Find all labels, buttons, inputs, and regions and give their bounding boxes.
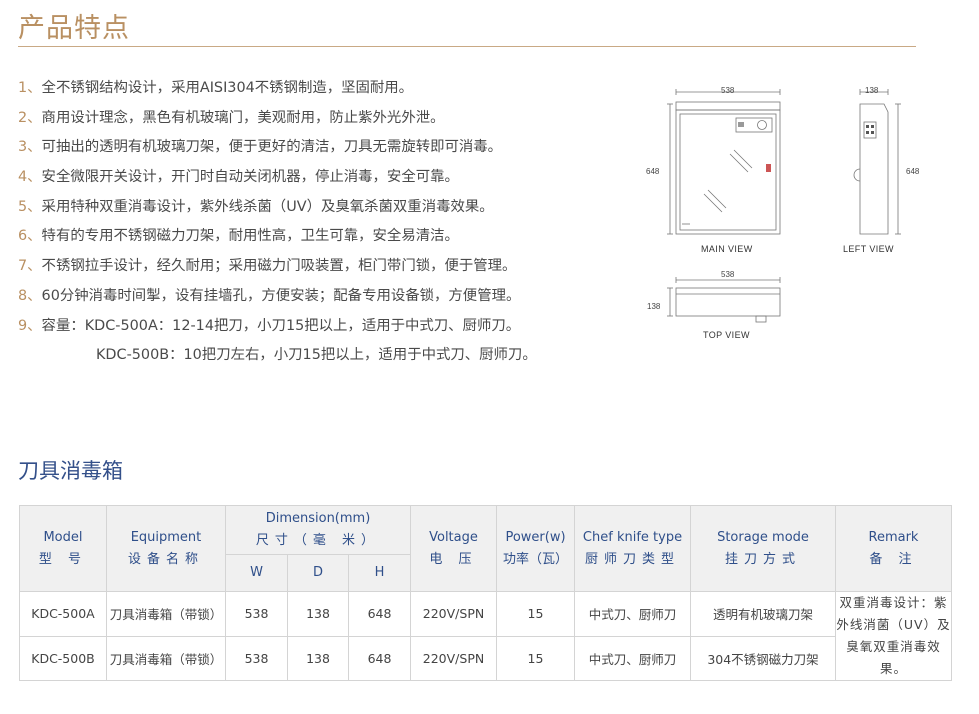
left-height-label: 648 (906, 167, 920, 176)
feature-item: KDC-500B：10把刀左右，小刀15把以上，适用于中式刀、厨师刀。 (96, 347, 537, 364)
left-view-drawing (853, 89, 901, 235)
header-d: D (287, 554, 349, 592)
feature-item: 9、容量：KDC-500A：12-14把刀，小刀15把以上，适用于中式刀、厨师刀… (18, 317, 521, 334)
table-row: KDC-500A 刀具消毒箱（带锁） 538 138 648 220V/SPN … (19, 591, 952, 681)
section-divider (18, 46, 916, 47)
top-width-label: 538 (721, 270, 735, 279)
cell-w: 538 (225, 635, 288, 681)
feature-item: 5、采用特种双重消毒设计，紫外线杀菌（UV）及臭氧杀菌双重消毒效果。 (18, 198, 494, 215)
table-row: KDC-500B 刀具消毒箱（带锁） 538 138 648 220V/SPN … (19, 635, 952, 681)
header-dimension: Dimension(mm) 尺寸（毫 米） (225, 505, 411, 555)
feature-item: 8、60分钟消毒时间掣，设有挂墙孔，方便安装；配备专用设备锁，方便管理。 (18, 287, 521, 304)
header-model: Model 型 号 (19, 505, 107, 592)
feature-item: 3、可抽出的透明有机玻璃刀架，便于更好的清洁，刀具无需旋转即可消毒。 (18, 139, 503, 156)
feature-item: 6、特有的专用不锈钢磁力刀架，耐用性高，卫生可靠，安全易清洁。 (18, 228, 459, 245)
cell-equipment: 刀具消毒箱（带锁） (106, 591, 226, 637)
cell-knife: 中式刀、厨师刀 (574, 591, 691, 637)
cell-w: 538 (225, 591, 288, 637)
cell-model: KDC-500A (19, 591, 107, 637)
header-power: Power(w) 功率（瓦） (496, 505, 575, 592)
table-header-row: Model 型 号 Equipment 设备名称 Dimension(mm) 尺寸（毫… (19, 505, 952, 592)
feature-list: 1、全不锈钢结构设计，采用AISI304不锈钢制造，坚固耐用。 2、商用设计理念… (18, 78, 638, 375)
product-title: 刀具消毒箱 (18, 459, 123, 483)
header-knife-type: Chef knife type 厨师刀类型 (574, 505, 691, 592)
cell-remark: 双重消毒设计：紫外线消菌（UV）及臭氧双重消毒效果。 (835, 591, 952, 681)
header-voltage: Voltage 电 压 (410, 505, 497, 592)
cell-model: KDC-500B (19, 635, 107, 681)
cell-h: 648 (348, 591, 411, 637)
top-view-drawing (667, 277, 781, 323)
cell-storage: 304不锈钢磁力刀架 (690, 635, 836, 681)
header-h: H (348, 554, 411, 592)
cell-knife: 中式刀、厨师刀 (574, 635, 691, 681)
spec-table: Model 型 号 Equipment 设备名称 Dimension(mm) 尺寸（毫… (19, 505, 952, 681)
feature-item: 1、全不锈钢结构设计，采用AISI304不锈钢制造，坚固耐用。 (18, 80, 414, 96)
cell-h: 648 (348, 635, 411, 681)
feature-item: 2、商用设计理念，黑色有机玻璃门，美观耐用，防止紫外光外泄。 (18, 109, 445, 126)
left-width-label: 138 (865, 86, 879, 95)
main-view-label: MAIN VIEW (701, 244, 753, 254)
cell-voltage: 220V/SPN (410, 635, 497, 681)
header-equipment: Equipment 设备名称 (106, 505, 226, 592)
cell-d: 138 (287, 591, 349, 637)
section-title: 产品特点 (18, 13, 130, 44)
top-view-label: TOP VIEW (703, 330, 750, 340)
cell-equipment: 刀具消毒箱（带锁） (106, 635, 226, 681)
feature-item: 4、安全微限开关设计，开门时自动关闭机器，停止消毒，安全可靠。 (18, 169, 459, 186)
cell-d: 138 (287, 635, 349, 681)
cell-storage: 透明有机玻璃刀架 (690, 591, 836, 637)
cell-power: 15 (496, 591, 575, 637)
main-view-drawing (667, 89, 781, 235)
header-remark: Remark 备 注 (835, 505, 952, 592)
header-storage: Storage mode 挂刀方式 (690, 505, 836, 592)
main-height-label: 648 (646, 167, 660, 176)
left-view-label: LEFT VIEW (843, 244, 894, 254)
feature-item: 7、不锈钢拉手设计，经久耐用；采用磁力门吸装置，柜门带门锁，便于管理。 (18, 258, 517, 275)
cell-power: 15 (496, 635, 575, 681)
top-depth-label: 138 (647, 302, 661, 311)
main-width-label: 538 (721, 86, 735, 95)
cell-voltage: 220V/SPN (410, 591, 497, 637)
header-w: W (225, 554, 288, 592)
